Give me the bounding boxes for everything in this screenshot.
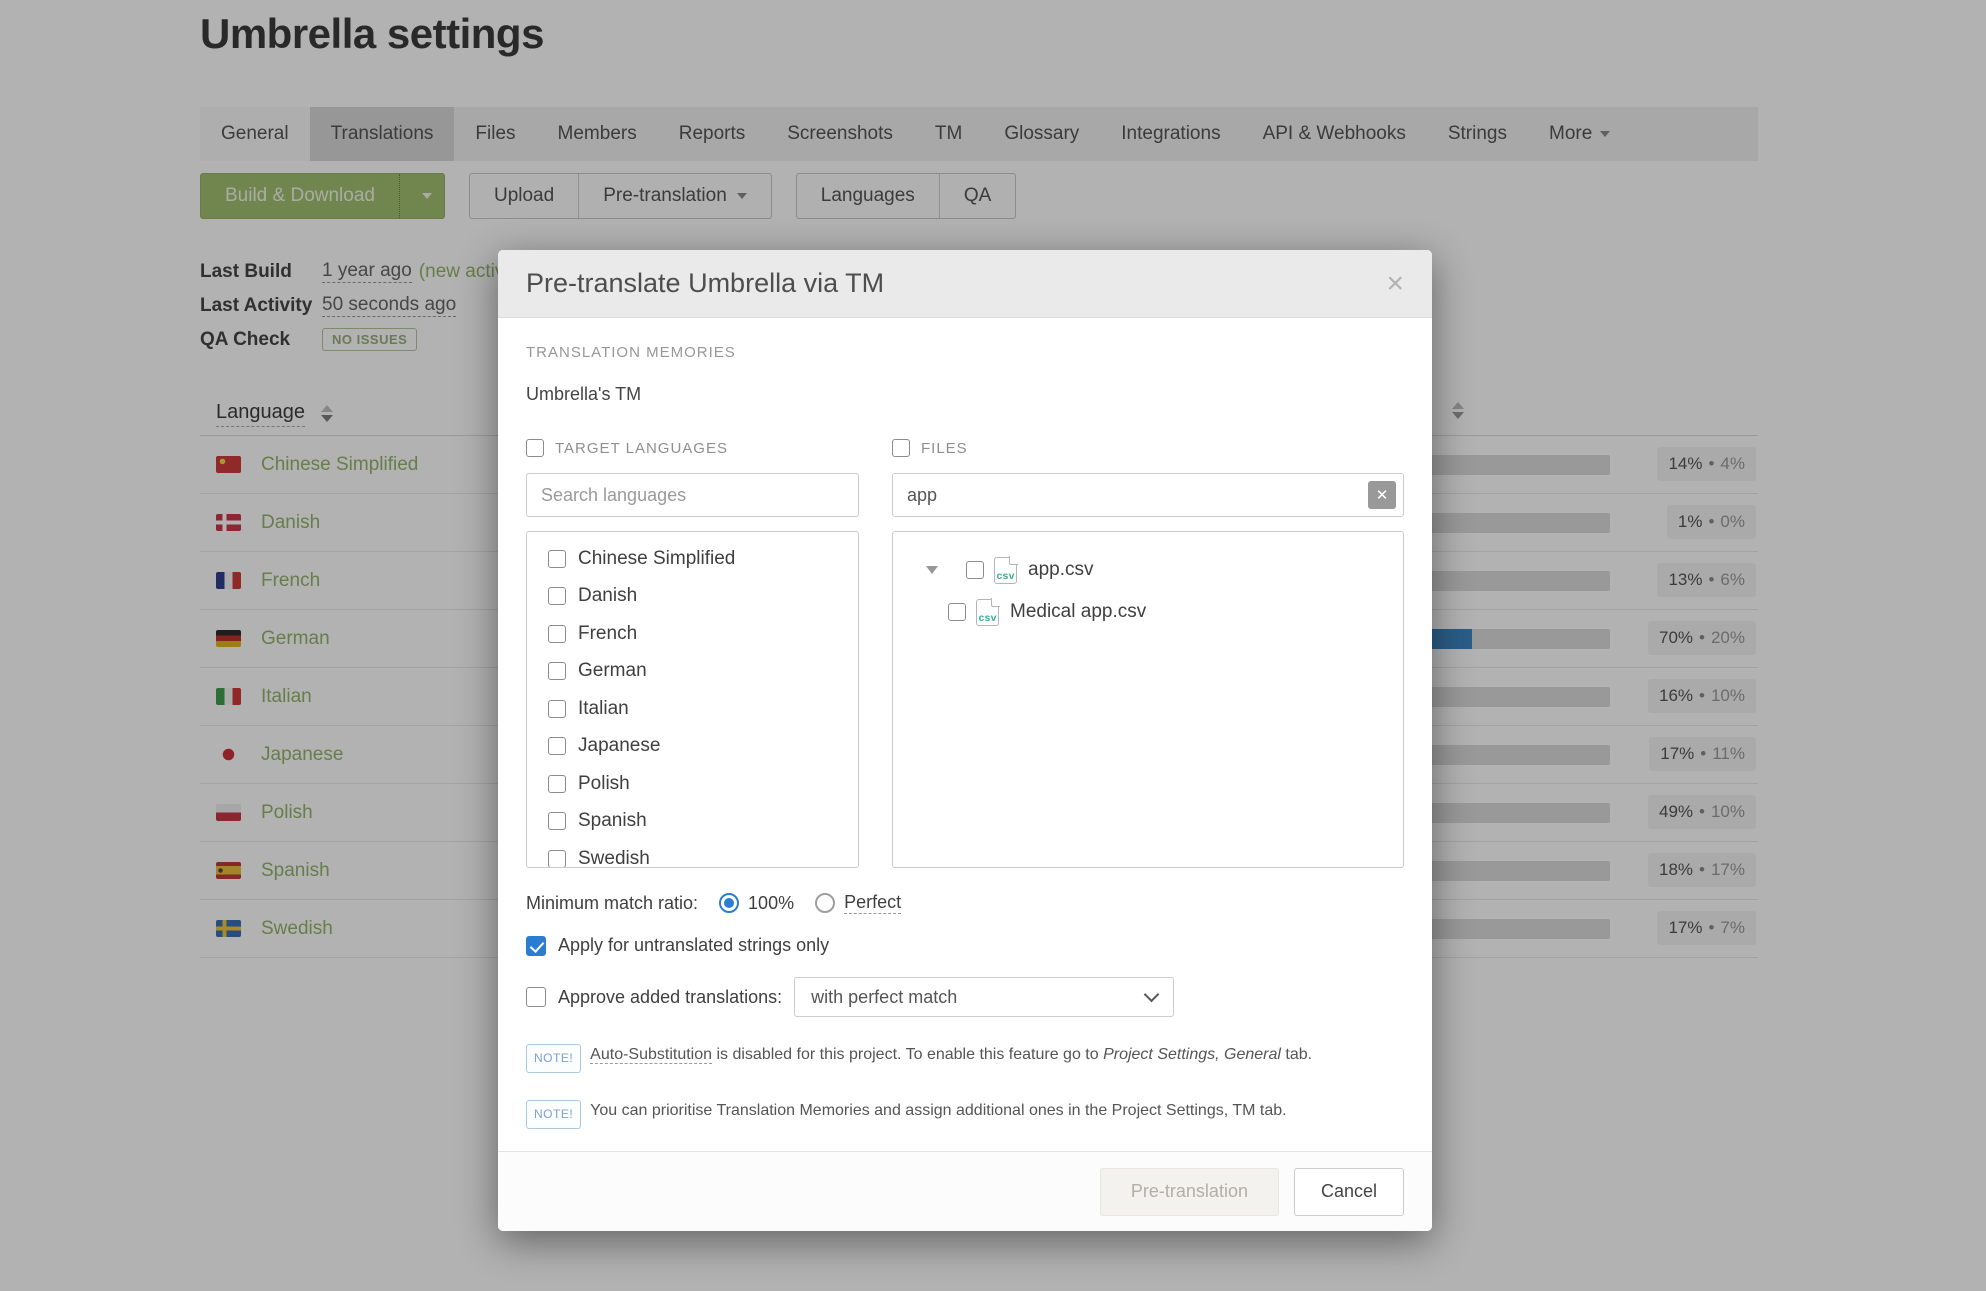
language-checkbox[interactable] bbox=[548, 625, 566, 643]
csv-file-icon: csv bbox=[994, 557, 1017, 584]
note-auto-substitution: NOTE! Auto-Substitution is disabled for … bbox=[526, 1043, 1404, 1073]
language-checkbox[interactable] bbox=[548, 700, 566, 718]
target-languages-column: TARGET LANGUAGES Chinese Simplified Dani… bbox=[526, 437, 859, 868]
minimum-match-ratio-label: Minimum match ratio: bbox=[526, 893, 698, 914]
match-100-label[interactable]: 100% bbox=[748, 893, 794, 914]
list-item: Polish bbox=[527, 765, 858, 803]
auto-substitution-link[interactable]: Auto-Substitution bbox=[590, 1046, 712, 1064]
apply-untranslated-checkbox[interactable] bbox=[526, 936, 546, 956]
file-checkbox[interactable] bbox=[948, 603, 966, 621]
files-select-all-checkbox[interactable] bbox=[892, 439, 910, 457]
page: Umbrella settings General Translations F… bbox=[0, 0, 1986, 1291]
pre-translate-modal: Pre-translate Umbrella via TM × TRANSLAT… bbox=[498, 250, 1432, 1231]
list-item: Swedish bbox=[527, 840, 858, 868]
target-languages-select-all-checkbox[interactable] bbox=[526, 439, 544, 457]
match-100-radio[interactable] bbox=[719, 893, 739, 913]
approve-mode-select[interactable]: with perfect match bbox=[794, 977, 1174, 1017]
match-perfect-radio[interactable] bbox=[815, 893, 835, 913]
languages-list: Chinese Simplified Danish French German … bbox=[526, 531, 859, 868]
list-item: Italian bbox=[527, 690, 858, 728]
language-checkbox[interactable] bbox=[548, 662, 566, 680]
files-column: FILES ✕ csv app.csv bbox=[892, 437, 1404, 868]
close-icon[interactable]: × bbox=[1386, 269, 1404, 299]
pre-translation-submit-button[interactable]: Pre-translation bbox=[1100, 1168, 1279, 1216]
file-name[interactable]: app.csv bbox=[1028, 559, 1093, 581]
approve-translations-row: Approve added translations: with perfect… bbox=[526, 977, 1404, 1017]
list-item: Chinese Simplified bbox=[527, 540, 858, 578]
list-item: Spanish bbox=[527, 803, 858, 841]
modal-title: Pre-translate Umbrella via TM bbox=[526, 268, 1386, 299]
cancel-button[interactable]: Cancel bbox=[1294, 1168, 1404, 1216]
approve-translations-checkbox[interactable] bbox=[526, 987, 546, 1007]
files-filter-input[interactable] bbox=[892, 473, 1404, 517]
modal-footer: Pre-translation Cancel bbox=[498, 1151, 1432, 1231]
language-checkbox[interactable] bbox=[548, 775, 566, 793]
target-languages-label: TARGET LANGUAGES bbox=[555, 440, 728, 457]
files-tree: csv app.csv csv Medical app.csv bbox=[892, 531, 1404, 868]
search-languages-input[interactable] bbox=[526, 473, 859, 517]
csv-file-icon: csv bbox=[976, 599, 999, 626]
list-item: Danish bbox=[527, 578, 858, 616]
translation-memories-label: TRANSLATION MEMORIES bbox=[526, 344, 1404, 361]
note-prioritise-tm: NOTE! You can prioritise Translation Mem… bbox=[526, 1099, 1404, 1129]
tm-name: Umbrella's TM bbox=[526, 384, 1404, 405]
tree-row: csv Medical app.csv bbox=[893, 594, 1403, 630]
tree-row: csv app.csv bbox=[893, 552, 1403, 588]
list-item: French bbox=[527, 615, 858, 653]
file-checkbox[interactable] bbox=[966, 561, 984, 579]
note-badge: NOTE! bbox=[526, 1044, 581, 1073]
approve-translations-label[interactable]: Approve added translations: bbox=[558, 987, 782, 1008]
language-checkbox[interactable] bbox=[548, 587, 566, 605]
list-item: German bbox=[527, 653, 858, 691]
apply-untranslated-row: Apply for untranslated strings only bbox=[526, 935, 1404, 956]
modal-header: Pre-translate Umbrella via TM × bbox=[498, 250, 1432, 318]
language-checkbox[interactable] bbox=[548, 812, 566, 830]
note-badge: NOTE! bbox=[526, 1100, 581, 1129]
minimum-match-ratio-row: Minimum match ratio: 100% Perfect bbox=[526, 892, 1404, 914]
modal-body: TRANSLATION MEMORIES Umbrella's TM TARGE… bbox=[498, 318, 1432, 1151]
match-perfect-label[interactable]: Perfect bbox=[844, 892, 901, 914]
file-name[interactable]: Medical app.csv bbox=[1010, 601, 1146, 623]
language-checkbox[interactable] bbox=[548, 850, 566, 868]
clear-filter-icon[interactable]: ✕ bbox=[1368, 481, 1396, 509]
list-item: Japanese bbox=[527, 728, 858, 766]
chevron-down-icon bbox=[1144, 986, 1160, 1002]
tree-collapse-icon[interactable] bbox=[926, 566, 938, 574]
language-checkbox[interactable] bbox=[548, 550, 566, 568]
language-checkbox[interactable] bbox=[548, 737, 566, 755]
apply-untranslated-label[interactable]: Apply for untranslated strings only bbox=[558, 935, 829, 956]
files-label: FILES bbox=[921, 440, 968, 457]
